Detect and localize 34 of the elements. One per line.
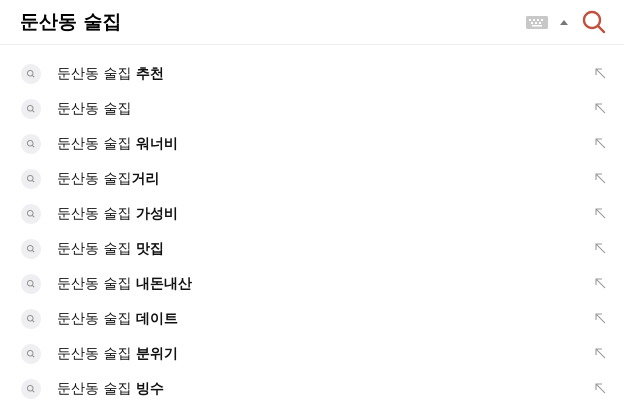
search-icon — [21, 378, 41, 398]
suggestion-link[interactable]: 둔산동 술집 — [57, 100, 595, 118]
search-icon — [21, 238, 41, 258]
arrow-icon[interactable] — [595, 243, 606, 254]
caret-icon[interactable] — [560, 20, 568, 24]
search-icon — [21, 98, 41, 118]
suggestion-link[interactable]: 둔산동 술집 내돈내산 — [57, 274, 595, 292]
arrow-icon[interactable] — [595, 383, 606, 394]
search-icon — [21, 134, 41, 154]
search-icon — [21, 344, 41, 364]
suggestion-link[interactable]: 둔산동 술집 맛집 — [57, 240, 595, 258]
arrow-icon[interactable] — [595, 68, 606, 79]
search-icon — [21, 64, 41, 84]
arrow-icon[interactable] — [595, 278, 606, 289]
suggestion-link[interactable]: 둔산동 술집 빙수 — [57, 380, 595, 398]
arrow-icon[interactable] — [595, 138, 606, 149]
arrow-icon[interactable] — [595, 208, 606, 219]
arrow-icon[interactable] — [595, 348, 606, 359]
arrow-icon[interactable] — [595, 103, 606, 114]
suggestion-link[interactable]: 둔산동 술집 데이트 — [57, 310, 595, 328]
arrow-icon[interactable] — [595, 313, 606, 324]
suggestion-link[interactable]: 둔산동 술집 가성비 — [57, 204, 595, 222]
search-icon[interactable] — [582, 10, 606, 34]
search-icon — [21, 168, 41, 188]
suggestion-link[interactable]: 둔산동 술집 추천 — [57, 64, 595, 82]
search-icon — [21, 274, 41, 294]
suggestion-link[interactable]: 둔산동 술집거리 — [57, 170, 595, 188]
arrow-icon[interactable] — [595, 173, 606, 184]
keyboard-icon[interactable] — [526, 16, 548, 28]
suggestion-link[interactable]: 둔산동 술집 워너비 — [57, 134, 595, 152]
suggestion-link[interactable]: 둔산동 술집 분위기 — [57, 344, 595, 362]
search-field[interactable]: 둔산동 술집 — [20, 11, 526, 33]
search-icon — [21, 204, 41, 224]
search-icon — [21, 308, 41, 328]
